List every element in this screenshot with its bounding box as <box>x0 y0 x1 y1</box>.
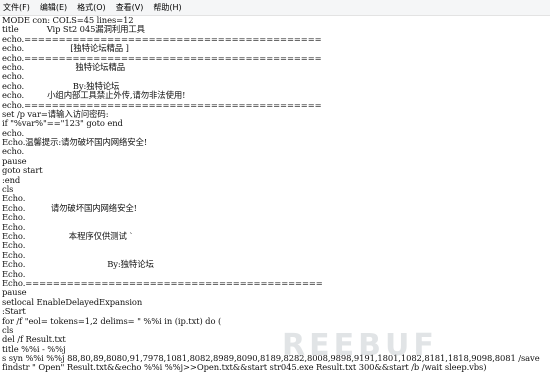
menu-bar: 文件(F) 编辑(E) 格式(O) 查看(V) 帮助(H) <box>0 0 550 16</box>
code-line: Echo. 请勿破坏国内网络安全! <box>2 202 137 213</box>
code-line: cls <box>2 184 14 195</box>
code-line: findstr " Open" Result.txt&&echo %%i %%j… <box>2 362 487 373</box>
menu-edit[interactable]: 编辑(E) <box>35 0 72 15</box>
code-line: echo. 独特论坛精品 <box>2 61 125 72</box>
code-line: Echo.温馨提示:请勿破坏国内网络安全! <box>2 137 148 148</box>
code-line: Echo.===================================… <box>2 277 323 288</box>
menu-help[interactable]: 帮助(H) <box>148 0 186 15</box>
code-line: cls <box>2 324 14 335</box>
code-line: goto start <box>2 165 43 176</box>
menu-view[interactable]: 查看(V) <box>111 0 149 15</box>
menu-format[interactable]: 格式(O) <box>72 0 111 15</box>
code-line: Echo. <box>2 212 26 223</box>
code-line: :end <box>2 174 21 185</box>
code-line: for /f "eol= tokens=1,2 delims= " %%i in… <box>2 315 222 326</box>
text-editor-area[interactable]: MODE con: COLS=45 lines=12 title Vip St2 … <box>0 16 550 385</box>
code-line: del /f Result.txt <box>2 334 66 345</box>
code-line: echo. <box>2 146 25 157</box>
code-line: Echo. <box>2 240 26 251</box>
code-line: setlocal EnableDelayedExpansion <box>2 296 143 307</box>
menu-file[interactable]: 文件(F) <box>0 0 35 15</box>
code-line: if "%var%"=="123" goto end <box>2 118 123 129</box>
code-line: Echo. 本程序仅供测试 ` <box>2 230 134 241</box>
code-line: Echo. By:独特论坛 <box>2 259 154 270</box>
code-line: pause <box>2 155 27 166</box>
